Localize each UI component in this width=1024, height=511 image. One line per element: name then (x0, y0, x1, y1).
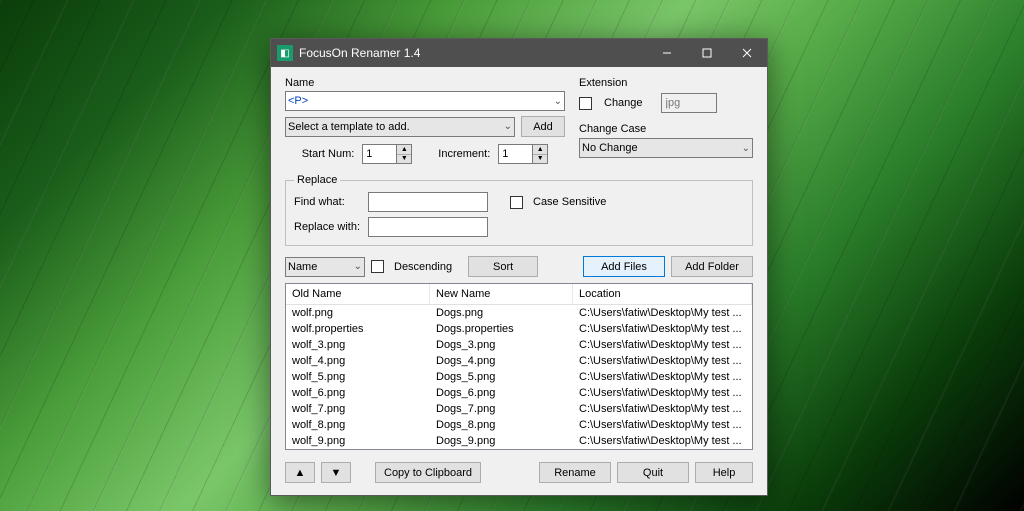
col-location[interactable]: Location (573, 284, 752, 304)
change-extension-label: Change (604, 97, 643, 109)
table-row[interactable]: wolf_9.pngDogs_9.pngC:\Users\fatiw\Deskt… (286, 433, 752, 449)
cell-old-name: wolf_5.png (286, 370, 430, 384)
chevron-down-icon: ⌄ (354, 261, 362, 272)
quit-button[interactable]: Quit (617, 462, 689, 483)
move-down-button[interactable]: ▼ (321, 462, 351, 483)
start-num-input[interactable] (362, 144, 396, 164)
close-button[interactable] (727, 39, 767, 67)
add-files-button[interactable]: Add Files (583, 256, 665, 277)
cell-new-name: Dogs_9.png (430, 434, 573, 448)
cell-location: C:\Users\fatiw\Desktop\My test ... (573, 434, 752, 448)
app-window: ◧ FocusOn Renamer 1.4 Name <P> ⌄ (270, 38, 768, 496)
desktop-background: ◧ FocusOn Renamer 1.4 Name <P> ⌄ (0, 0, 1024, 511)
copy-clipboard-button[interactable]: Copy to Clipboard (375, 462, 481, 483)
add-template-button[interactable]: Add (521, 116, 565, 137)
cell-new-name: Dogs_6.png (430, 386, 573, 400)
cell-old-name: wolf_9.png (286, 434, 430, 448)
table-body: wolf.pngDogs.pngC:\Users\fatiw\Desktop\M… (286, 305, 752, 449)
table-row[interactable]: wolf_5.pngDogs_5.pngC:\Users\fatiw\Deskt… (286, 369, 752, 385)
cell-new-name: Dogs_7.png (430, 402, 573, 416)
increment-label: Increment: (438, 148, 490, 160)
table-row[interactable]: wolf_7.pngDogs_7.pngC:\Users\fatiw\Deskt… (286, 401, 752, 417)
cell-old-name: wolf.png (286, 306, 430, 320)
col-old-name[interactable]: Old Name (286, 284, 430, 304)
sort-button[interactable]: Sort (468, 256, 538, 277)
cell-new-name: Dogs.properties (430, 322, 573, 336)
add-folder-button[interactable]: Add Folder (671, 256, 753, 277)
cell-location: C:\Users\fatiw\Desktop\My test ... (573, 338, 752, 352)
cell-old-name: wolf_3.png (286, 338, 430, 352)
template-select[interactable]: Select a template to add. ⌄ (285, 117, 515, 137)
cell-location: C:\Users\fatiw\Desktop\My test ... (573, 354, 752, 368)
name-pattern-value: <P> (288, 95, 308, 107)
name-pattern-select[interactable]: <P> ⌄ (285, 91, 565, 111)
minimize-button[interactable] (647, 39, 687, 67)
table-header: Old Name New Name Location (286, 284, 752, 305)
start-num-label: Start Num: (302, 148, 355, 160)
replace-with-label: Replace with: (294, 221, 362, 233)
cell-location: C:\Users\fatiw\Desktop\My test ... (573, 370, 752, 384)
start-num-spinner[interactable]: ▲▼ (362, 144, 412, 164)
rename-button[interactable]: Rename (539, 462, 611, 483)
change-case-label: Change Case (579, 123, 753, 135)
cell-location: C:\Users\fatiw\Desktop\My test ... (573, 402, 752, 416)
app-icon: ◧ (277, 45, 293, 61)
cell-location: C:\Users\fatiw\Desktop\My test ... (573, 306, 752, 320)
cell-location: C:\Users\fatiw\Desktop\My test ... (573, 418, 752, 432)
find-what-input[interactable] (368, 192, 488, 212)
table-row[interactable]: wolf_3.pngDogs_3.pngC:\Users\fatiw\Deskt… (286, 337, 752, 353)
chevron-down-icon: ⌄ (554, 96, 562, 107)
file-table: Old Name New Name Location wolf.pngDogs.… (285, 283, 753, 450)
cell-old-name: wolf.properties (286, 322, 430, 336)
replace-legend: Replace (294, 174, 340, 186)
find-what-label: Find what: (294, 196, 362, 208)
descending-checkbox[interactable] (371, 260, 384, 273)
cell-location: C:\Users\fatiw\Desktop\My test ... (573, 386, 752, 400)
name-label: Name (285, 77, 565, 89)
case-sensitive-checkbox[interactable] (510, 196, 523, 209)
table-row[interactable]: wolf.propertiesDogs.propertiesC:\Users\f… (286, 321, 752, 337)
spin-up-icon[interactable]: ▲ (533, 145, 547, 155)
case-sensitive-label: Case Sensitive (533, 196, 606, 208)
cell-new-name: Dogs_4.png (430, 354, 573, 368)
col-new-name[interactable]: New Name (430, 284, 573, 304)
table-row[interactable]: wolf.pngDogs.pngC:\Users\fatiw\Desktop\M… (286, 305, 752, 321)
cell-new-name: Dogs_8.png (430, 418, 573, 432)
table-row[interactable]: wolf_4.pngDogs_4.pngC:\Users\fatiw\Deskt… (286, 353, 752, 369)
titlebar[interactable]: ◧ FocusOn Renamer 1.4 (271, 39, 767, 67)
change-case-value: No Change (582, 142, 638, 154)
cell-old-name: wolf_6.png (286, 386, 430, 400)
sort-field-select[interactable]: Name ⌄ (285, 257, 365, 277)
move-up-button[interactable]: ▲ (285, 462, 315, 483)
table-row[interactable]: wolf_8.pngDogs_8.pngC:\Users\fatiw\Deskt… (286, 417, 752, 433)
chevron-down-icon: ⌄ (504, 121, 512, 132)
help-button[interactable]: Help (695, 462, 753, 483)
cell-old-name: wolf_7.png (286, 402, 430, 416)
chevron-down-icon: ⌄ (742, 143, 750, 154)
change-case-select[interactable]: No Change ⌄ (579, 138, 753, 158)
replace-with-input[interactable] (368, 217, 488, 237)
cell-location: C:\Users\fatiw\Desktop\My test ... (573, 322, 752, 336)
extension-input[interactable] (661, 93, 717, 113)
table-row[interactable]: wolf_6.pngDogs_6.pngC:\Users\fatiw\Deskt… (286, 385, 752, 401)
cell-old-name: wolf_8.png (286, 418, 430, 432)
change-extension-checkbox[interactable] (579, 97, 592, 110)
spin-down-icon[interactable]: ▼ (533, 155, 547, 164)
template-placeholder: Select a template to add. (288, 121, 410, 133)
cell-old-name: wolf_4.png (286, 354, 430, 368)
replace-group: Replace Find what: Case Sensitive Replac… (285, 174, 753, 246)
descending-label: Descending (394, 261, 452, 273)
spin-down-icon[interactable]: ▼ (397, 155, 411, 164)
extension-label: Extension (579, 77, 753, 89)
maximize-button[interactable] (687, 39, 727, 67)
spin-up-icon[interactable]: ▲ (397, 145, 411, 155)
cell-new-name: Dogs.png (430, 306, 573, 320)
window-title: FocusOn Renamer 1.4 (299, 46, 647, 60)
cell-new-name: Dogs_5.png (430, 370, 573, 384)
increment-spinner[interactable]: ▲▼ (498, 144, 548, 164)
increment-input[interactable] (498, 144, 532, 164)
sort-field-value: Name (288, 261, 317, 273)
cell-new-name: Dogs_3.png (430, 338, 573, 352)
